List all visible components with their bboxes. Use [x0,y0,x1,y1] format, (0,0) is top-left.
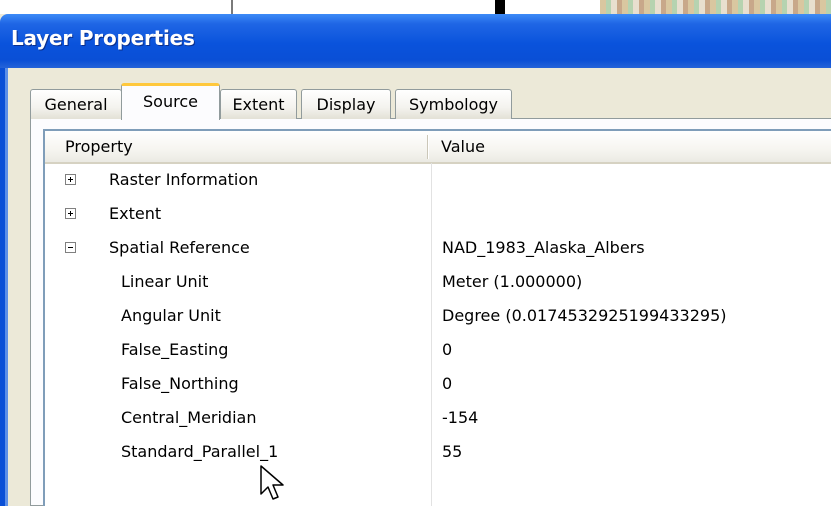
background-marker [495,0,505,14]
row-property: False_Easting [121,340,229,359]
tab-source-label: Source [143,92,198,111]
tab-symbology[interactable]: Symbology [395,89,512,119]
tab-display[interactable]: Display [301,89,391,119]
row-property: Spatial Reference [109,238,250,257]
header-separator-highlight [428,135,429,159]
table-row[interactable]: Angular Unit Degree (0.01745329251994332… [45,299,831,333]
row-value: 55 [442,442,463,461]
mouse-pointer-icon [260,465,284,500]
plus-box-icon[interactable] [65,208,76,219]
table-row-partial[interactable] [45,469,831,503]
row-value: Degree (0.0174532925199433295) [442,306,727,325]
table-row[interactable]: False_Easting 0 [45,333,831,367]
row-property: Extent [109,204,162,223]
table-row[interactable]: False_Northing 0 [45,367,831,401]
table-row[interactable]: Central_Meridian -154 [45,401,831,435]
minus-box-icon[interactable] [65,242,76,253]
title-bar[interactable]: Layer Properties [0,14,831,68]
header-value[interactable]: Value [441,131,485,162]
tab-general-label: General [44,95,108,114]
row-property: Central_Meridian [121,408,257,427]
row-property: Raster Information [109,170,259,189]
row-value: NAD_1983_Alaska_Albers [442,238,645,257]
tab-extent-label: Extent [232,95,285,114]
table-row[interactable]: Raster Information [45,163,831,197]
tab-display-label: Display [316,95,376,114]
row-value: Meter (1.000000) [442,272,583,291]
tab-extent[interactable]: Extent [220,89,297,119]
window-frame-left-inner [5,68,8,506]
table-row[interactable]: Spatial Reference NAD_1983_Alaska_Albers [45,231,831,265]
table-row[interactable]: Extent [45,197,831,231]
dialog-title: Layer Properties [11,26,195,50]
grid-header: Property Value [45,131,831,164]
plus-box-icon[interactable] [65,174,76,185]
row-value: 0 [442,374,453,393]
background-divider [231,0,233,14]
table-row[interactable]: Linear Unit Meter (1.000000) [45,265,831,299]
property-grid[interactable]: Property Value Raster Information Extent… [43,129,831,506]
tab-general[interactable]: General [30,89,122,119]
tab-symbology-label: Symbology [408,95,498,114]
background-application [0,0,831,14]
row-property: Linear Unit [121,272,209,291]
table-row[interactable]: Standard_Parallel_1 55 [45,435,831,469]
row-property: Angular Unit [121,306,221,325]
row-value: -154 [442,408,479,427]
row-property: False_Northing [121,374,239,393]
background-map-thumbnail [600,0,831,14]
row-property: Standard_Parallel_1 [121,442,279,461]
header-property[interactable]: Property [65,131,133,162]
row-value: 0 [442,340,453,359]
tab-source[interactable]: Source [121,83,220,120]
